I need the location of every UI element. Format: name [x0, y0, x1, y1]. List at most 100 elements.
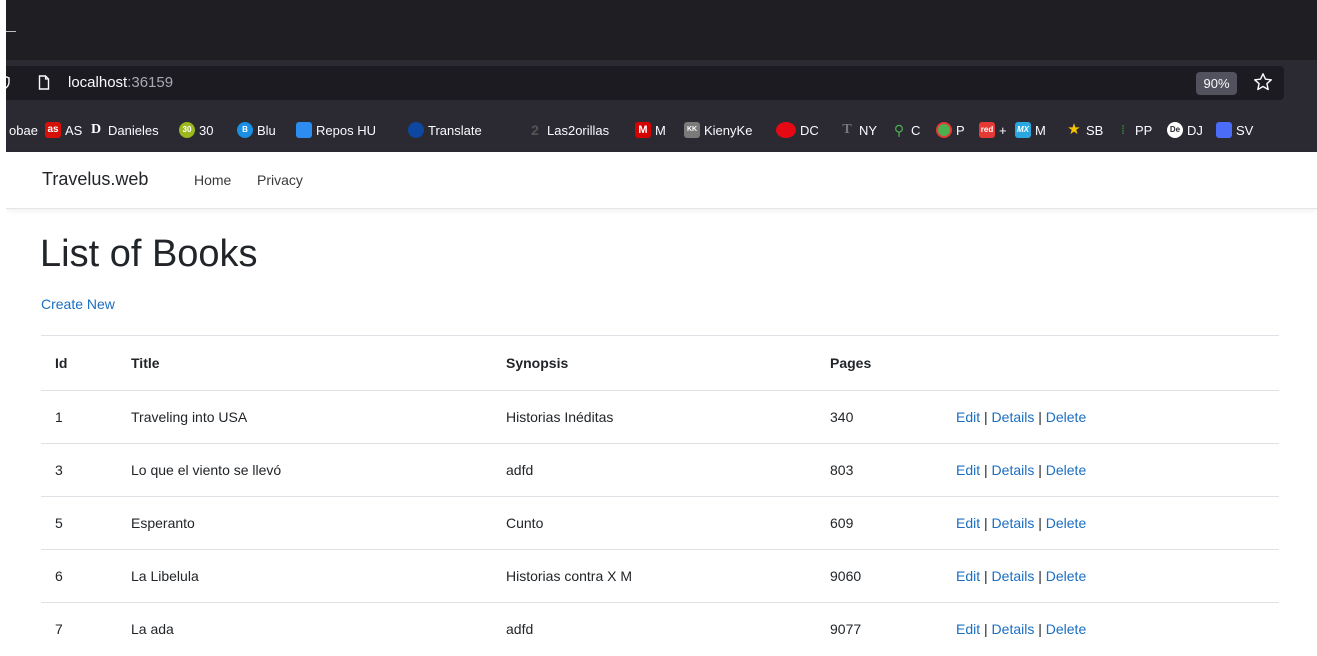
table-row: 3 Lo que el viento se llevó adfd 803 Edi… — [41, 443, 1279, 497]
delete-link[interactable]: Delete — [1046, 515, 1086, 531]
details-link[interactable]: Details — [992, 568, 1035, 584]
cell-title: Esperanto — [117, 496, 492, 550]
separator: | — [984, 568, 988, 584]
bookmark-label: Repos HU — [316, 122, 376, 138]
delete-link[interactable]: Delete — [1046, 621, 1086, 637]
las2orillas-icon: 2 — [531, 122, 539, 138]
table-header-row: Id Title Synopsis Pages — [41, 335, 1279, 391]
bookmark-item[interactable]: as AS — [45, 121, 82, 139]
browser-toolbar: localhost:36159 90% — [0, 60, 1317, 107]
bookmark-item[interactable]: Repos HU — [296, 121, 376, 139]
nav-link-home[interactable]: Home — [194, 172, 231, 188]
nav-link-privacy[interactable]: Privacy — [257, 172, 303, 188]
cell-synopsis: Historias contra X M — [492, 549, 816, 603]
bookmark-label: M — [655, 122, 666, 138]
bookmark-item[interactable]: P — [936, 121, 965, 139]
bookmark-item[interactable]: D Danieles — [88, 121, 159, 139]
cell-title: Lo que el viento se llevó — [117, 443, 492, 497]
m-red-icon: M — [635, 122, 651, 138]
bookmark-item[interactable]: M M — [635, 121, 666, 139]
table-row: 1 Traveling into USA Historias Inéditas … — [41, 390, 1279, 444]
delete-link[interactable]: Delete — [1046, 462, 1086, 478]
bookmark-label: DJ — [1187, 122, 1203, 138]
column-header-id: Id — [41, 335, 117, 391]
edit-link[interactable]: Edit — [956, 568, 980, 584]
cell-id: 1 — [41, 390, 117, 444]
page-icon[interactable] — [38, 75, 50, 90]
bookmark-item[interactable]: ★ SB — [1066, 121, 1103, 139]
bookmark-item[interactable]: 2 Las2orillas — [527, 121, 609, 139]
cell-actions: Edit | Details | Delete — [942, 390, 1279, 444]
table-row: 6 La Libelula Historias contra X M 9060 … — [41, 549, 1279, 603]
bookmark-item[interactable]: ⁞ PP — [1115, 121, 1152, 139]
bookmark-item[interactable]: SV — [1216, 121, 1253, 139]
cell-id: 6 — [41, 549, 117, 603]
c-pin-icon: ⚲ — [893, 122, 905, 138]
bookmark-item[interactable]: Translate — [408, 121, 482, 139]
separator: | — [1038, 568, 1042, 584]
url-port: :36159 — [127, 74, 174, 91]
details-link[interactable]: Details — [992, 409, 1035, 425]
bookmark-star-icon[interactable] — [1253, 72, 1273, 92]
cell-actions: Edit | Details | Delete — [942, 496, 1279, 550]
separator: | — [1038, 409, 1042, 425]
edit-link[interactable]: Edit — [956, 409, 980, 425]
window-edge — [0, 0, 6, 648]
bookmark-item[interactable]: KK KienyKe — [684, 121, 752, 139]
bookmark-label: AS — [65, 122, 83, 138]
bookmark-label: 30 — [199, 122, 214, 138]
bookmark-item[interactable]: DC — [776, 121, 819, 139]
edit-link[interactable]: Edit — [956, 462, 980, 478]
details-link[interactable]: Details — [992, 515, 1035, 531]
bookmark-item[interactable]: ⚲ C — [891, 121, 921, 139]
bookmark-item[interactable]: De DJ — [1167, 121, 1203, 139]
bookmark-item[interactable]: MX M — [1015, 121, 1046, 139]
url-text[interactable]: localhost:36159 — [68, 74, 173, 91]
books-table: Id Title Synopsis Pages 1 Traveling into… — [41, 335, 1279, 656]
bookmark-label: PP — [1135, 122, 1153, 138]
bookmark-item[interactable]: 30 30 — [179, 121, 213, 139]
bookmark-item[interactable]: T NY — [839, 121, 877, 139]
separator: | — [984, 462, 988, 478]
details-link[interactable]: Details — [992, 621, 1035, 637]
nyt-icon: T — [842, 122, 852, 137]
bookmarks-bar: obae as AS D Danieles 30 30 B Blu Repos … — [0, 107, 1317, 152]
bookmark-label: + — [999, 122, 1007, 138]
bookmark-label: SV — [1236, 122, 1254, 138]
cell-actions: Edit | Details | Delete — [942, 443, 1279, 497]
delete-link[interactable]: Delete — [1046, 568, 1086, 584]
address-bar[interactable]: localhost:36159 90% — [0, 66, 1284, 100]
bookmark-item[interactable]: red + — [979, 121, 1007, 139]
column-header-title: Title — [117, 335, 492, 391]
d-letter-icon: D — [90, 122, 102, 137]
cell-title: Traveling into USA — [117, 390, 492, 444]
url-host: localhost — [68, 74, 128, 91]
window-control-icon[interactable] — [6, 31, 16, 32]
30-badge-icon: 30 — [179, 122, 195, 138]
delete-link[interactable]: Delete — [1046, 409, 1086, 425]
cell-title: La Libelula — [117, 549, 492, 603]
details-link[interactable]: Details — [992, 462, 1035, 478]
bookmark-label: C — [911, 122, 921, 138]
bookmark-label: Las2orillas — [547, 122, 610, 138]
cell-synopsis: Cunto — [492, 496, 816, 550]
bookmark-label: NY — [859, 122, 878, 138]
create-new-link[interactable]: Create New — [41, 296, 115, 312]
bookmark-label: KienyKe — [704, 122, 753, 138]
table-row: 5 Esperanto Cunto 609 Edit | Details | D… — [41, 496, 1279, 550]
edit-link[interactable]: Edit — [956, 621, 980, 637]
bookmark-item[interactable]: obae — [9, 121, 38, 139]
separator: | — [984, 515, 988, 531]
red-icon: red — [979, 122, 995, 138]
separator: | — [1038, 515, 1042, 531]
dj-icon: De — [1167, 122, 1183, 138]
bookmark-item[interactable]: B Blu — [237, 121, 276, 139]
cell-id: 5 — [41, 496, 117, 550]
dc-icon — [776, 122, 796, 138]
zoom-level-badge[interactable]: 90% — [1196, 72, 1237, 95]
brand-link[interactable]: Travelus.web — [42, 169, 148, 190]
p-circle-icon — [936, 122, 952, 138]
sv-icon — [1216, 122, 1232, 138]
bookmark-label: SB — [1086, 122, 1104, 138]
edit-link[interactable]: Edit — [956, 515, 980, 531]
